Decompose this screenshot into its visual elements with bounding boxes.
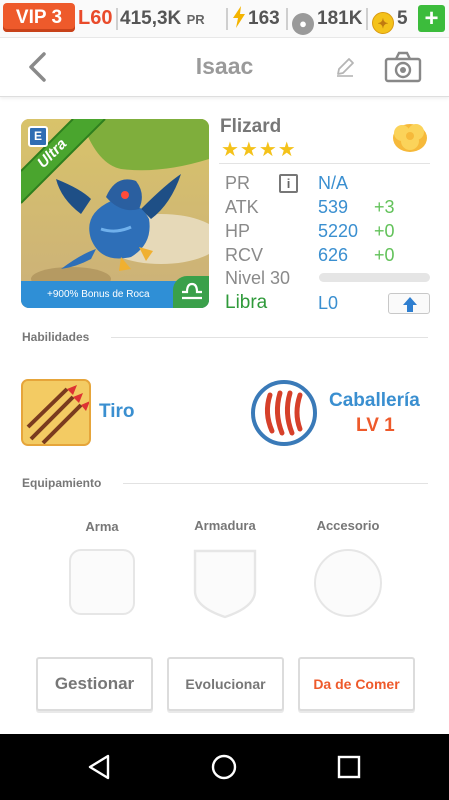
energy-counter[interactable]: 163 bbox=[232, 6, 280, 32]
star-rating: ★★★★ bbox=[221, 139, 297, 161]
equipment-section-title: Equipamiento bbox=[22, 476, 102, 490]
armor-slot[interactable] bbox=[191, 547, 259, 619]
divider bbox=[123, 483, 428, 484]
stat-label-hp: HP bbox=[225, 221, 251, 241]
system-nav-bar bbox=[0, 734, 449, 800]
divider bbox=[111, 337, 428, 338]
monster-card[interactable]: Ultra E +900% Bonus de Roca bbox=[21, 119, 209, 308]
level-progress-bar bbox=[319, 273, 430, 282]
stat-label-atk: ATK bbox=[225, 197, 259, 217]
stat-bonus-hp: +0 bbox=[374, 221, 395, 241]
evolve-button[interactable]: Evolucionar bbox=[167, 657, 284, 711]
nav-back-icon[interactable] bbox=[86, 754, 112, 780]
player-level: L60 bbox=[78, 7, 113, 29]
camera-icon[interactable] bbox=[384, 50, 422, 84]
page-header: Isaac bbox=[0, 38, 449, 97]
skills-section-title: Habilidades bbox=[22, 330, 90, 344]
armor-label: Armadura bbox=[194, 518, 256, 533]
divider bbox=[226, 8, 228, 30]
stat-bonus-atk: +3 bbox=[374, 197, 395, 217]
resource-bar: VIP 3 L60 415,3K PR 163 ● 181K ✦ 5 + bbox=[0, 0, 449, 38]
divider bbox=[116, 8, 118, 30]
arrow-up-icon bbox=[403, 297, 417, 312]
nav-home-icon[interactable] bbox=[210, 753, 238, 781]
stat-label-pr: PR bbox=[225, 173, 251, 193]
gem-coin-icon: ✦ bbox=[372, 12, 394, 34]
vip-badge[interactable]: VIP 3 bbox=[3, 3, 75, 32]
upgrade-sign-button[interactable] bbox=[388, 293, 430, 314]
power-unit: PR bbox=[186, 12, 205, 27]
stat-value-atk: 539 bbox=[318, 197, 349, 217]
energy-value: 163 bbox=[248, 8, 280, 29]
weapon-slot[interactable] bbox=[69, 549, 135, 615]
skill-name-shot[interactable]: Tiro bbox=[99, 401, 135, 423]
food-value: 181K bbox=[317, 8, 363, 29]
arrows-skill-icon[interactable] bbox=[21, 379, 91, 446]
stat-value-hp: 5220 bbox=[318, 221, 359, 241]
weapon-label: Arma bbox=[85, 519, 119, 534]
sign-level: L0 bbox=[318, 293, 339, 313]
nav-recents-icon[interactable] bbox=[337, 755, 361, 779]
level-label: Nivel 30 bbox=[225, 268, 291, 288]
divider bbox=[366, 8, 368, 30]
stat-value-rcv: 626 bbox=[318, 245, 349, 265]
accessory-label: Accesorio bbox=[316, 518, 380, 533]
gem-value: 5 bbox=[397, 8, 408, 29]
food-counter[interactable]: ● 181K bbox=[292, 6, 362, 35]
stat-label-rcv: RCV bbox=[225, 245, 264, 265]
gem-counter[interactable]: ✦ 5 bbox=[372, 6, 408, 34]
power-value: 415,3K bbox=[120, 8, 182, 29]
lightning-icon bbox=[233, 6, 245, 28]
manage-button[interactable]: Gestionar bbox=[36, 657, 153, 711]
paw-icon: ● bbox=[292, 13, 314, 35]
flower-cloud-icon[interactable] bbox=[391, 121, 429, 155]
stat-value-pr: N/A bbox=[318, 173, 349, 193]
libra-sign-icon bbox=[173, 276, 209, 308]
info-icon[interactable]: i bbox=[279, 174, 298, 193]
sign-label: Libra bbox=[225, 292, 268, 313]
add-gems-button[interactable]: + bbox=[418, 5, 445, 32]
page-title: Isaac bbox=[195, 53, 254, 79]
screen: VIP 3 L60 415,3K PR 163 ● 181K ✦ 5 + Isaac bbox=[0, 0, 449, 800]
power-rating: 415,3K PR bbox=[120, 6, 205, 33]
skill-name-cavalry[interactable]: Caballería bbox=[329, 390, 420, 412]
accessory-slot[interactable] bbox=[314, 549, 382, 617]
element-badge: E bbox=[28, 126, 48, 147]
feed-button[interactable]: Da de Comer bbox=[298, 657, 415, 711]
monster-name: Flizard bbox=[220, 116, 282, 137]
stat-bonus-rcv: +0 bbox=[374, 245, 395, 265]
claw-skill-icon[interactable] bbox=[250, 379, 318, 447]
pencil-icon[interactable] bbox=[334, 56, 356, 78]
divider bbox=[286, 8, 288, 30]
skill-level: LV 1 bbox=[356, 415, 395, 436]
divider bbox=[219, 163, 430, 164]
